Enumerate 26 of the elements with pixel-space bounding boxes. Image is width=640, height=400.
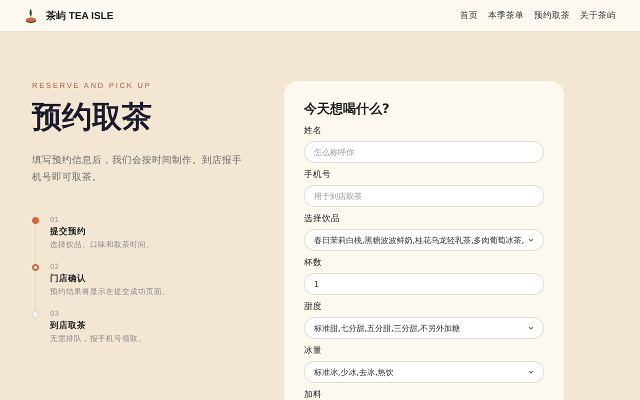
select-field[interactable]: 春日茉莉白桃,黑糖波波鲜奶,桂花乌龙轻乳茶,多肉葡萄冰茶,	[304, 229, 544, 251]
select-field[interactable]: 标准甜,七分甜,五分甜,三分甜,不另外加糖	[304, 317, 544, 339]
field-label: 甜度	[304, 302, 323, 312]
caret-icon	[528, 238, 534, 242]
nav-link[interactable]: 首页	[460, 10, 478, 22]
input-field[interactable]: 1	[304, 273, 544, 295]
description: 填写预约信息后，我们会按时间制作。到店报手机号即可取茶。	[32, 154, 242, 185]
field-label: 冰量	[304, 346, 323, 356]
field-label: 手机号	[304, 170, 332, 180]
field-label: 姓名	[304, 126, 323, 136]
step-title: 提交预约	[50, 226, 87, 238]
nav-link[interactable]: 预约取茶	[534, 10, 570, 22]
step-title: 门店确认	[50, 273, 87, 285]
page-title: 预约取茶	[32, 99, 153, 137]
nav-link[interactable]: 关于茶屿	[580, 10, 616, 22]
select-field[interactable]: 标准冰,少冰,去冰,热饮	[304, 361, 544, 383]
step-title: 到店取茶	[50, 320, 87, 332]
teacup-leaf-icon	[24, 8, 38, 24]
field-label: 选择饮品	[304, 214, 341, 224]
nav-link[interactable]: 本季茶单	[488, 10, 524, 22]
caret-icon	[528, 326, 534, 330]
field-label: 加料	[304, 390, 323, 400]
field-label: 杯数	[304, 258, 323, 268]
brand-name: 茶屿 TEA ISLE	[46, 10, 114, 22]
caret-icon	[528, 370, 534, 374]
form-title: 今天想喝什么?	[304, 101, 391, 119]
